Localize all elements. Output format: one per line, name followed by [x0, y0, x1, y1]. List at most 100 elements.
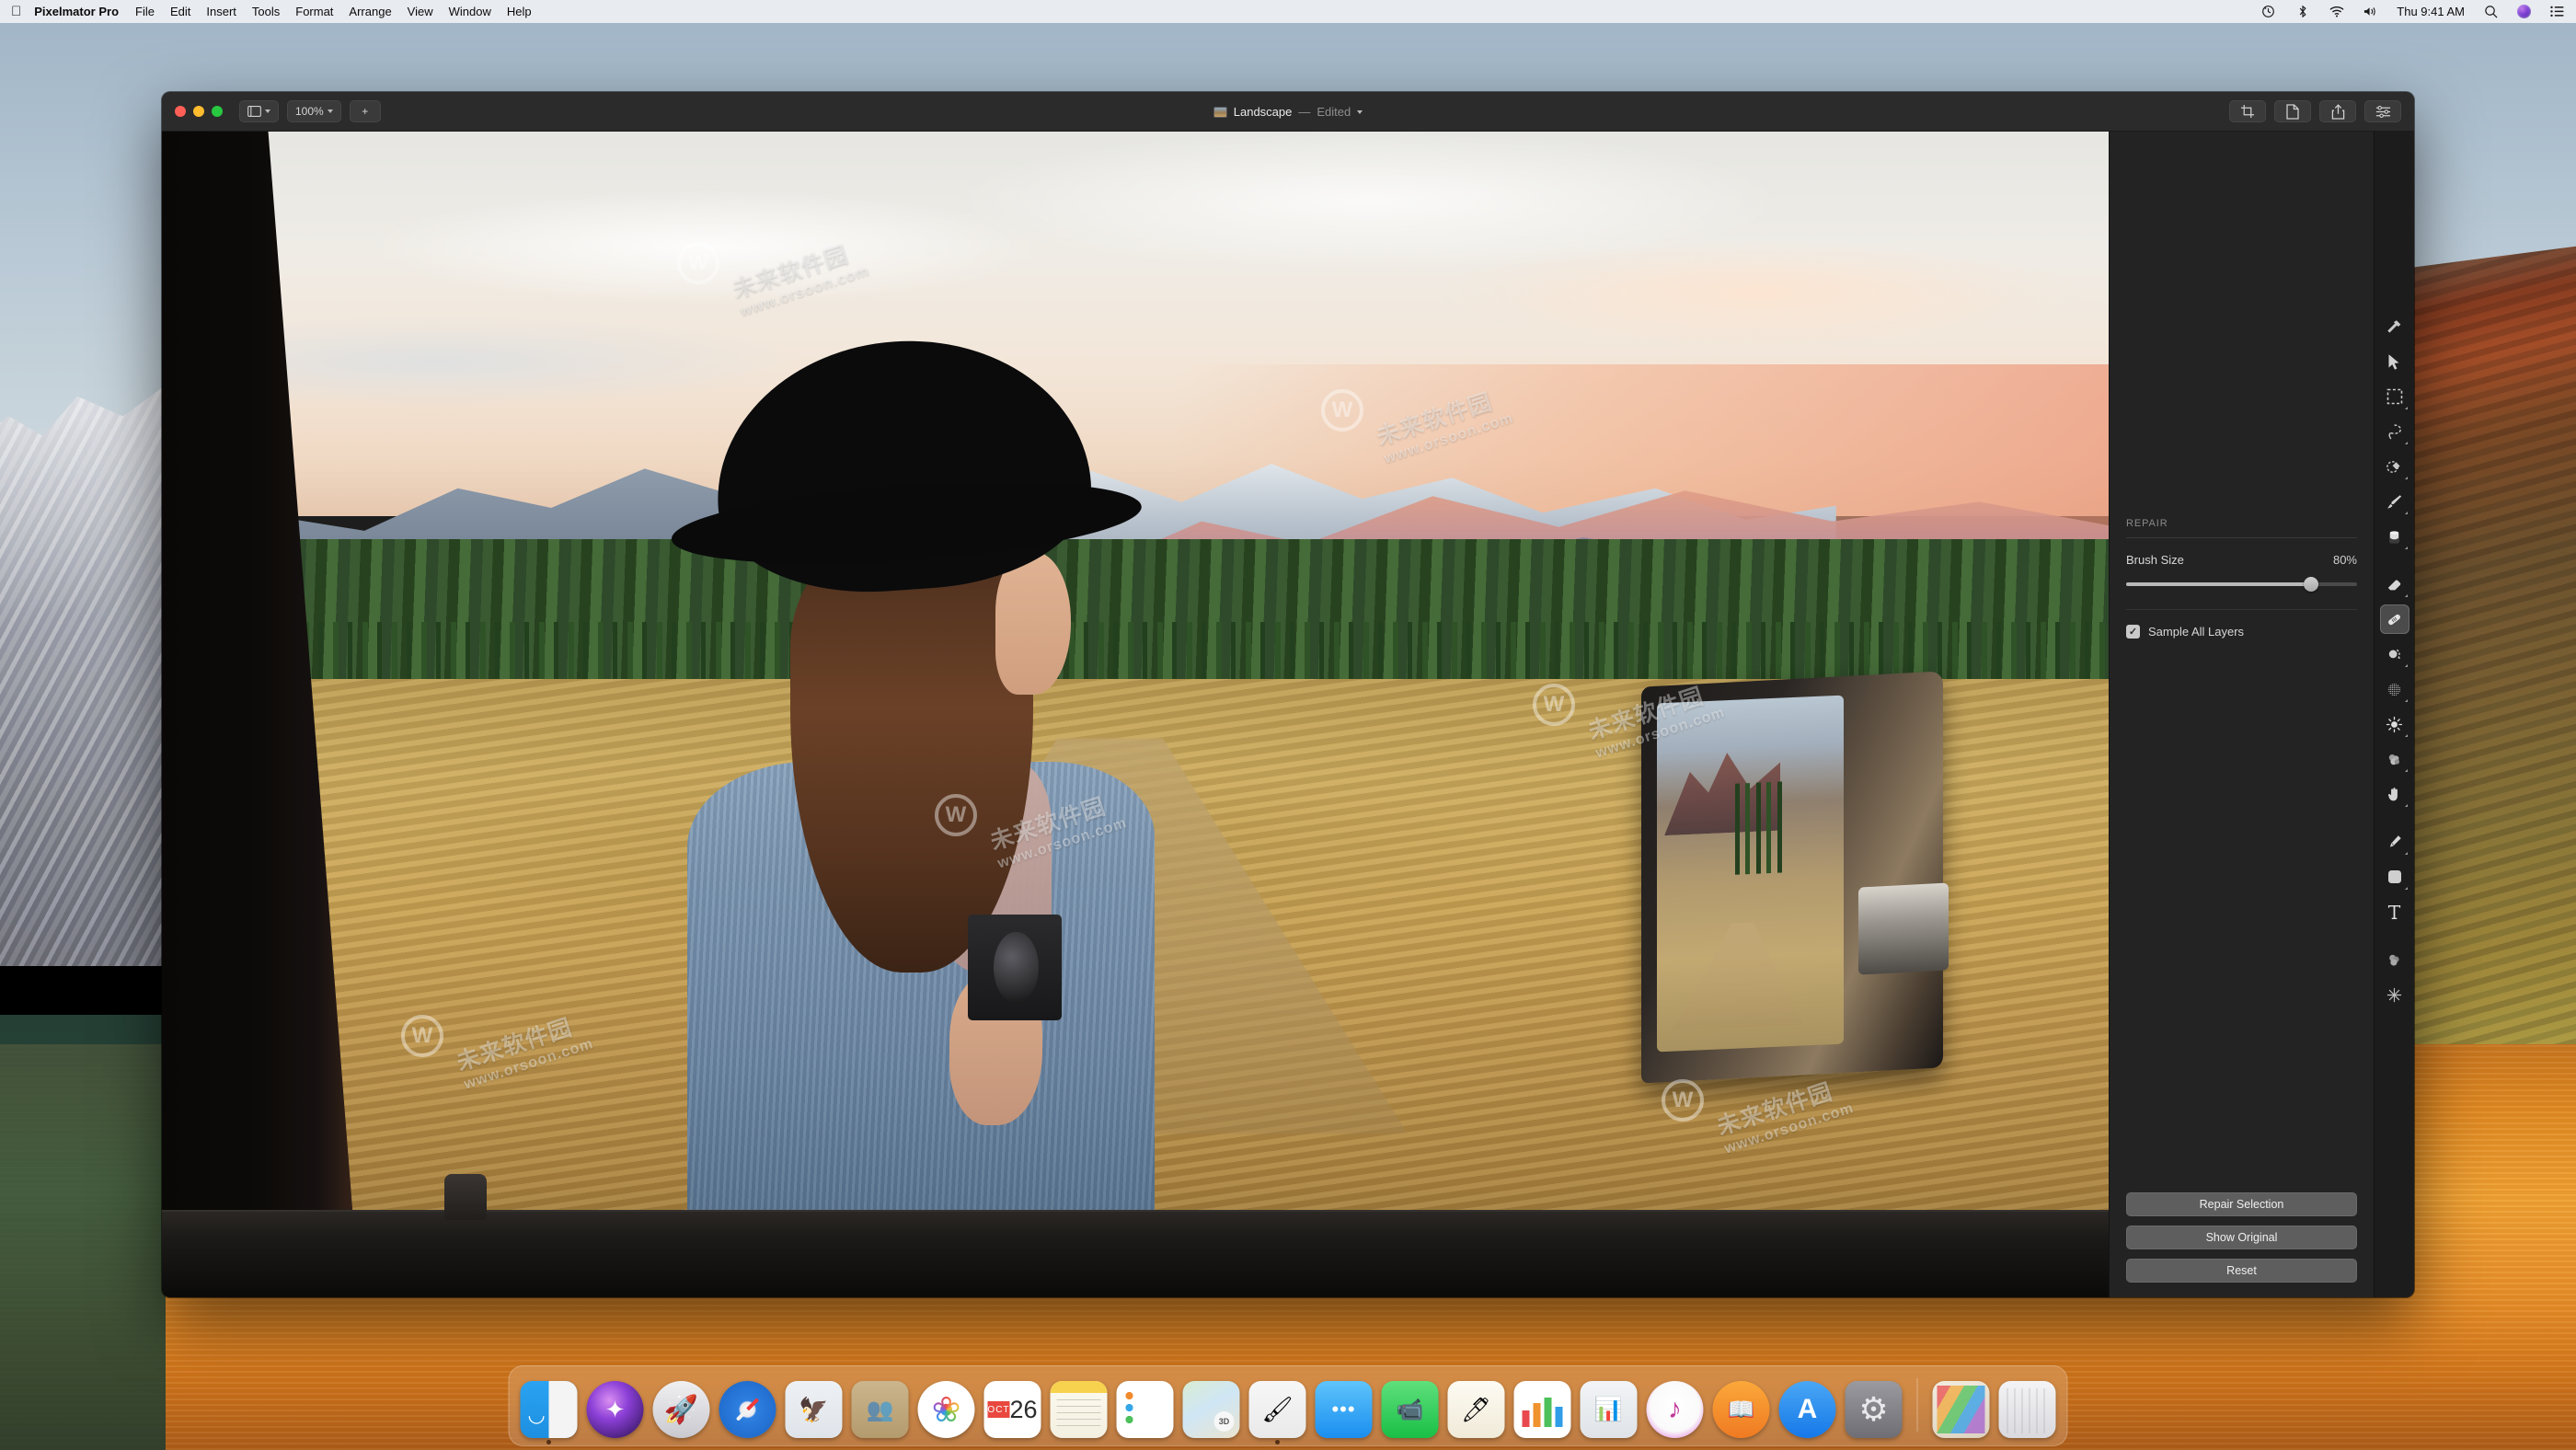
- time-machine-icon[interactable]: [2260, 4, 2276, 19]
- dock-books[interactable]: [1712, 1381, 1770, 1438]
- rectangular-marquee-tool[interactable]: [2380, 382, 2409, 411]
- brush-size-row: Brush Size 80%: [2126, 553, 2357, 567]
- dock-stack[interactable]: [1932, 1381, 1990, 1438]
- adjustments-icon[interactable]: [2364, 100, 2401, 122]
- effects-sparkle-tool[interactable]: [2380, 980, 2409, 1009]
- dock-appstore[interactable]: [1778, 1381, 1836, 1438]
- warp-hand-tool[interactable]: [2380, 779, 2409, 809]
- menu-item-format[interactable]: Format: [295, 5, 333, 18]
- menu-item-file[interactable]: File: [135, 5, 155, 18]
- dock-notes[interactable]: [1050, 1381, 1108, 1438]
- volume-icon[interactable]: [2363, 4, 2378, 19]
- sidebar-divider: [2126, 537, 2357, 538]
- submenu-indicator: [2404, 547, 2408, 549]
- dock-pixelmator[interactable]: [1248, 1381, 1306, 1444]
- shape-tool[interactable]: [2380, 862, 2409, 892]
- minimize-button[interactable]: [193, 106, 204, 117]
- dock-maps[interactable]: [1182, 1381, 1240, 1438]
- brush-size-slider[interactable]: [2126, 576, 2357, 593]
- dock-photos[interactable]: [917, 1381, 975, 1438]
- dock-siri[interactable]: [586, 1381, 644, 1438]
- search-icon[interactable]: [2483, 4, 2499, 19]
- brush-size-label: Brush Size: [2126, 553, 2184, 567]
- add-button[interactable]: +: [349, 100, 381, 122]
- landscape-photo: 未来软件园 www.orsoon.com 未来软件园 www.orsoon.co…: [162, 132, 2109, 1297]
- blur-noise-tool[interactable]: [2380, 674, 2409, 704]
- show-original-button[interactable]: Show Original: [2126, 1226, 2357, 1249]
- repair-tool[interactable]: [2379, 604, 2409, 634]
- document-icon[interactable]: [2274, 100, 2311, 122]
- layout-toggle-button[interactable]: [239, 100, 279, 122]
- crop-icon[interactable]: [2229, 100, 2266, 122]
- sample-all-layers-checkbox[interactable]: ✓: [2126, 625, 2140, 639]
- dock-launchpad[interactable]: 🚀: [652, 1381, 710, 1438]
- pen-tool[interactable]: [2380, 827, 2409, 857]
- dock-mail[interactable]: [785, 1381, 843, 1438]
- itunes-icon: [1646, 1381, 1704, 1438]
- dock-trash[interactable]: [1998, 1381, 2056, 1438]
- share-icon[interactable]: [2319, 100, 2356, 122]
- smudge-tool[interactable]: [2380, 744, 2409, 774]
- control-center-icon[interactable]: [2549, 4, 2565, 19]
- dock-keynote[interactable]: [1580, 1381, 1638, 1438]
- arrange-move-tool[interactable]: [2380, 347, 2409, 376]
- menu-item-view[interactable]: View: [408, 5, 433, 18]
- dock-numbers[interactable]: [1513, 1381, 1571, 1438]
- document-name: Landscape: [1233, 105, 1293, 119]
- paint-brush-tool[interactable]: [2380, 487, 2409, 516]
- menu-item-window[interactable]: Window: [449, 5, 491, 18]
- dock-finder[interactable]: [520, 1381, 578, 1444]
- menu-item-edit[interactable]: Edit: [170, 5, 190, 18]
- photo-mirror-arm: [1858, 882, 1949, 975]
- books-icon: [1712, 1381, 1770, 1438]
- repair-selection-button[interactable]: Repair Selection: [2126, 1192, 2357, 1216]
- dock-messages[interactable]: [1315, 1381, 1373, 1438]
- lighten-tool[interactable]: [2380, 709, 2409, 739]
- apple-logo-icon[interactable]: : [11, 5, 21, 18]
- submenu-indicator: [2404, 477, 2408, 479]
- menu-item-insert[interactable]: Insert: [206, 5, 236, 18]
- effects-hammer-tool[interactable]: [2380, 312, 2409, 341]
- dock-system-preferences[interactable]: [1845, 1381, 1903, 1438]
- photo-mirror-glass: [1656, 695, 1844, 1053]
- lasso-select-tool[interactable]: [2380, 417, 2409, 446]
- dock-reminders[interactable]: [1116, 1381, 1174, 1438]
- menu-item-tools[interactable]: Tools: [252, 5, 280, 18]
- paint-bucket-tool[interactable]: [2380, 522, 2409, 551]
- close-button[interactable]: [175, 106, 186, 117]
- submenu-indicator: [2404, 699, 2408, 702]
- photo-door-lock-knob: [443, 1173, 488, 1221]
- submenu-indicator: [2404, 512, 2408, 514]
- quick-selection-tool[interactable]: [2380, 452, 2409, 481]
- dock-itunes[interactable]: [1646, 1381, 1704, 1438]
- dock-contacts[interactable]: [851, 1381, 909, 1438]
- dock-safari[interactable]: [719, 1381, 776, 1438]
- chevron-down-icon[interactable]: [1357, 109, 1363, 114]
- wifi-icon[interactable]: [2329, 4, 2344, 19]
- dock-calendar[interactable]: OCT 26: [983, 1381, 1041, 1438]
- add-button-label: +: [362, 105, 369, 118]
- photo-mirror-road: [1672, 920, 1802, 1030]
- sample-all-layers-row[interactable]: ✓ Sample All Layers: [2126, 625, 2357, 639]
- clone-stamp-tool[interactable]: [2380, 639, 2409, 669]
- zoom-button[interactable]: [212, 106, 223, 117]
- bluetooth-icon[interactable]: [2294, 4, 2310, 19]
- image-canvas[interactable]: 未来软件园 www.orsoon.com 未来软件园 www.orsoon.co…: [162, 132, 2109, 1297]
- sidebar-section-title: REPAIR: [2126, 518, 2168, 529]
- type-tool[interactable]: [2380, 897, 2409, 926]
- menubar-clock[interactable]: Thu 9:41 AM: [2397, 5, 2465, 18]
- menu-app-name[interactable]: Pixelmator Pro: [34, 5, 119, 18]
- reset-button[interactable]: Reset: [2126, 1259, 2357, 1283]
- color-adjust-tool[interactable]: [2380, 945, 2409, 974]
- menu-item-arrange[interactable]: Arrange: [349, 5, 391, 18]
- finder-icon: [520, 1381, 578, 1438]
- dock-pages[interactable]: [1447, 1381, 1505, 1438]
- screen:  Pixelmator Pro File Edit Insert Tools …: [0, 0, 2576, 1450]
- slider-knob[interactable]: [2303, 577, 2318, 592]
- eraser-tool[interactable]: [2380, 570, 2409, 599]
- menu-item-help[interactable]: Help: [507, 5, 532, 18]
- dock-facetime[interactable]: [1381, 1381, 1439, 1438]
- siri-icon[interactable]: [2517, 5, 2531, 18]
- zoom-level-dropdown[interactable]: 100%: [287, 100, 341, 122]
- document-edited-state: Edited: [1317, 105, 1351, 119]
